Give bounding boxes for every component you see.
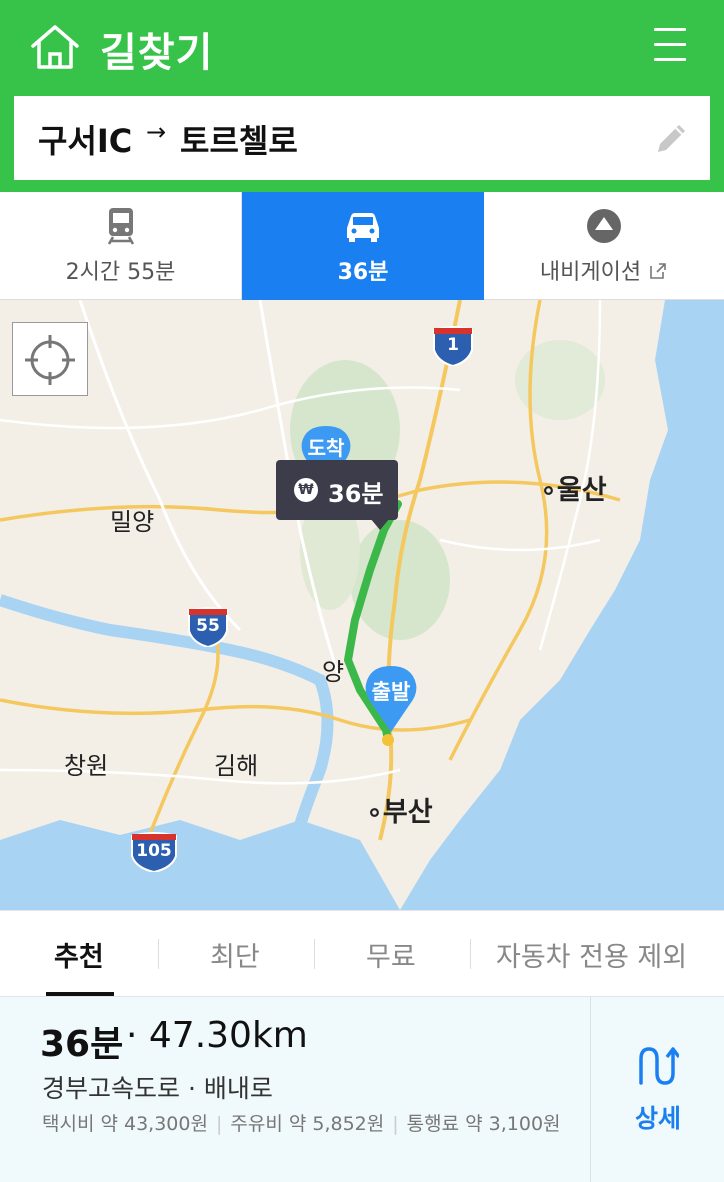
tab-free[interactable]: 무료 xyxy=(366,935,416,974)
highway-shield-55: 55 xyxy=(187,605,229,649)
origin-pin-label: 출발 xyxy=(371,680,411,704)
taxi-fare: 택시비 약 43,300원 xyxy=(42,1113,208,1135)
page-title: 길찾기 xyxy=(100,30,214,76)
locate-me-button[interactable] xyxy=(12,322,88,396)
tab-exclude-expressway[interactable]: 자동차 전용 제외 xyxy=(496,935,687,974)
route-arrow: → xyxy=(146,118,167,146)
map-label-ulsan: ∘울산 xyxy=(540,475,607,506)
fuel-cost: 주유비 약 5,852원 xyxy=(230,1113,385,1135)
route-time-bubble-text: 36분 xyxy=(328,480,384,508)
transport-mode-tabs: 2시간 55분 36분 내비게이션 xyxy=(0,192,724,300)
tab-navigation[interactable]: 내비게이션 xyxy=(484,192,724,300)
route-summary-box[interactable]: 구서IC → 토르첼로 xyxy=(14,96,710,180)
divider xyxy=(158,939,159,969)
highway-shield-105-label: 105 xyxy=(136,841,172,861)
map-label-busan: ∘부산 xyxy=(366,797,433,828)
tab-car-label: 36분 xyxy=(337,260,389,285)
map-label-busan-text: 부산 xyxy=(382,797,433,828)
tab-transit-label: 2시간 55분 xyxy=(65,260,176,285)
u-turn-route-icon xyxy=(639,1047,679,1085)
map-label-yangsan: 양 xyxy=(322,658,345,686)
route-destination: 토르첼로 xyxy=(180,122,298,160)
route-duration: 36분 xyxy=(40,1024,124,1065)
highway-shield-1: 1 xyxy=(432,324,474,368)
crosshair-icon xyxy=(25,335,75,385)
route-costs: 택시비 약 43,300원 | 주유비 약 5,852원 | 통행료 약 3,100원 xyxy=(42,1113,561,1135)
map-label-ulsan-text: 울산 xyxy=(556,475,607,506)
route-map[interactable]: 1 55 105 밀양 ∘울산 창원 김해 ∘부산 양 도착 출발 ₩ 36분 xyxy=(0,300,724,910)
highway-shield-55-label: 55 xyxy=(196,616,220,636)
route-time-bubble[interactable]: ₩ 36분 xyxy=(276,460,398,530)
highway-shield-1-label: 1 xyxy=(447,335,459,355)
map-label-gimhae: 김해 xyxy=(214,752,259,780)
toll-fee: 통행료 약 3,100원 xyxy=(406,1113,561,1135)
car-icon xyxy=(347,213,379,242)
tab-navigation-text: 내비게이션 xyxy=(539,260,642,285)
route-summary-card[interactable]: 36분 · 47.30km 경부고속도로 · 배내로 택시비 약 43,300원… xyxy=(0,996,724,1182)
divider xyxy=(314,939,315,969)
route-roads: 경부고속도로 · 배내로 xyxy=(42,1074,273,1103)
navigation-icon xyxy=(587,209,621,243)
tab-navigation-label: 내비게이션 xyxy=(484,254,724,286)
detail-button[interactable]: 상세 xyxy=(590,997,724,1182)
destination-pin-label: 도착 xyxy=(307,436,345,460)
external-link-icon xyxy=(650,263,666,279)
route-option-tabs: 추천 최단 무료 자동차 전용 제외 xyxy=(0,910,724,997)
detail-button-label: 상세 xyxy=(634,1104,681,1133)
time-bubble-tail xyxy=(370,518,390,530)
divider xyxy=(470,939,471,969)
tab-recommended[interactable]: 추천 xyxy=(54,935,104,974)
highway-shield-105: 105 xyxy=(130,830,178,874)
map-background xyxy=(0,300,724,910)
train-icon xyxy=(107,208,134,245)
won-icon: ₩ xyxy=(294,478,318,502)
origin-pin[interactable]: 출발 xyxy=(364,664,418,734)
map-label-changwon: 창원 xyxy=(64,752,109,780)
hamburger-menu-icon[interactable] xyxy=(654,28,688,66)
tab-public-transit[interactable]: 2시간 55분 xyxy=(0,192,242,300)
tab-car[interactable]: 36분 xyxy=(242,192,484,300)
home-icon[interactable] xyxy=(30,24,80,70)
route-distance: · 47.30km xyxy=(126,1015,308,1056)
header-bar: 길찾기 구서IC → 토르첼로 xyxy=(0,0,724,192)
map-label-miryang: 밀양 xyxy=(110,508,155,536)
tab-shortest[interactable]: 최단 xyxy=(210,935,260,974)
pencil-icon[interactable] xyxy=(654,120,690,156)
route-origin: 구서IC xyxy=(38,122,133,160)
